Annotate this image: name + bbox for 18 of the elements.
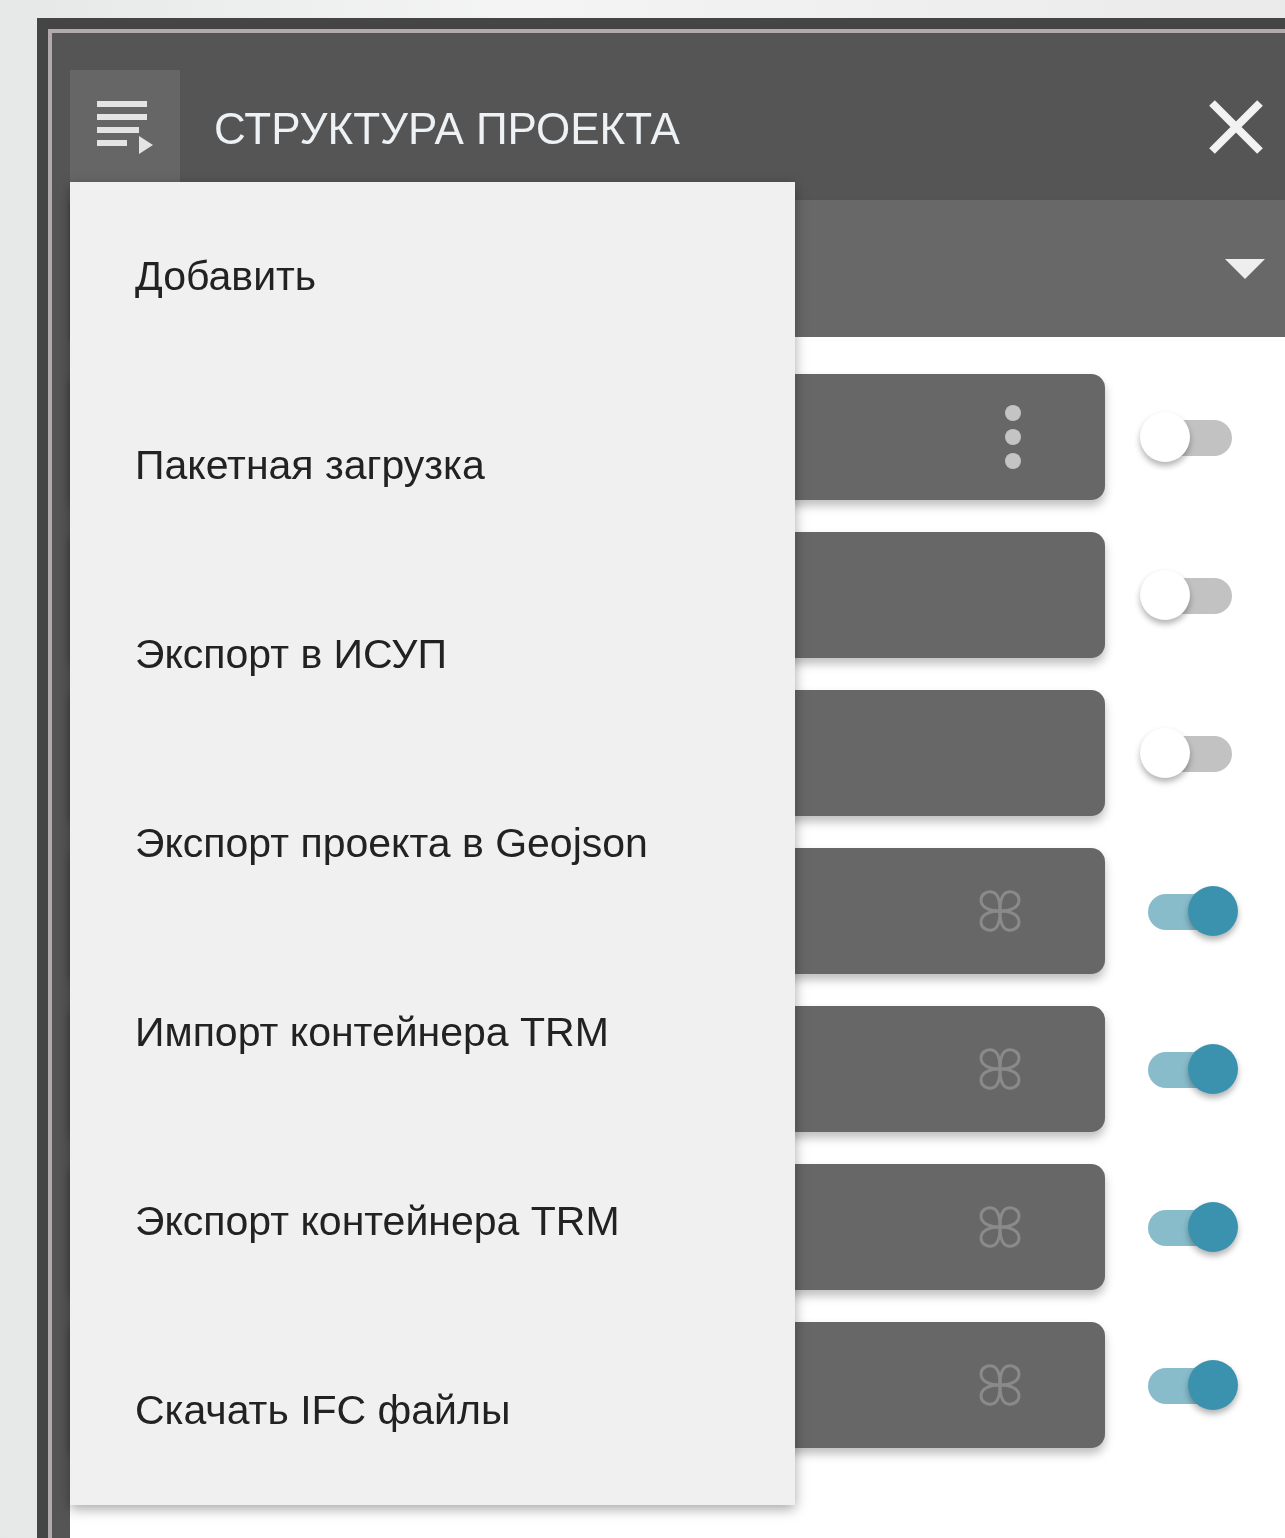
menu-item[interactable]: Добавить xyxy=(70,182,795,371)
menu-item[interactable]: Экспорт в ИСУП xyxy=(70,560,795,749)
clover-icon xyxy=(977,1204,1023,1250)
caret-icon xyxy=(1225,258,1265,279)
menu-item[interactable]: Пакетная загрузка xyxy=(70,371,795,560)
menu-item[interactable]: Экспорт контейнера TRM xyxy=(70,1127,795,1316)
close-button[interactable] xyxy=(1207,98,1265,156)
close-icon xyxy=(1207,98,1265,156)
clover-icon xyxy=(977,1362,1023,1408)
clover-icon xyxy=(977,888,1023,934)
panel-title: СТРУКТУРА ПРОЕКТА xyxy=(214,103,680,155)
menu-button[interactable] xyxy=(70,70,180,182)
menu-item[interactable]: Скачать IFC файлы xyxy=(70,1316,795,1505)
clover-icon xyxy=(977,1046,1023,1092)
menu-item[interactable]: Экспорт проекта в Geojson xyxy=(70,749,795,938)
list-menu-icon xyxy=(95,98,155,154)
menu-item[interactable]: Импорт контейнера TRM xyxy=(70,938,795,1127)
more-icon xyxy=(1003,404,1023,470)
